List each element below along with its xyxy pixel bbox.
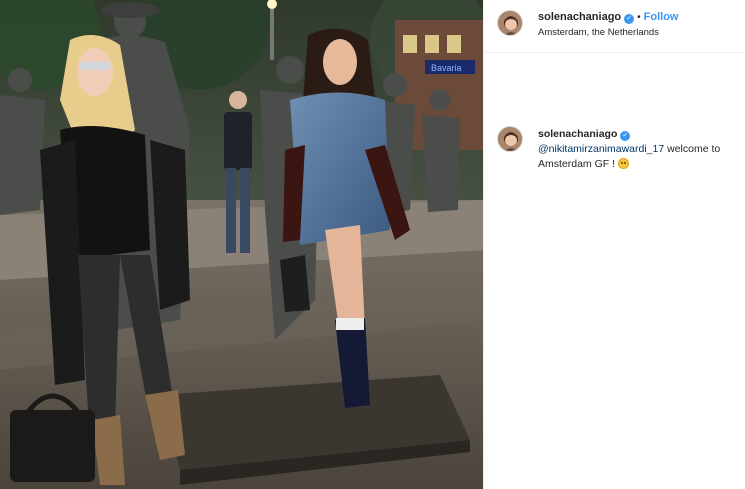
caption-username[interactable]: solenachaniago (538, 128, 617, 140)
bavaria-sign: Bavaria (431, 63, 462, 73)
caption-text: solenachaniago ✓ @nikitamirzanimawardi_17… (538, 127, 728, 172)
instagram-post: Bavaria solenachaniago ✓ • Follow Amster… (0, 0, 745, 489)
smiling-face-icon (617, 158, 629, 169)
author-username[interactable]: solenachaniago (538, 11, 621, 23)
caption-avatar[interactable] (497, 126, 523, 152)
verified-badge-icon: ✓ (624, 14, 635, 24)
post-header: solenachaniago ✓ • Follow Amsterdam, the Ne… (484, 0, 745, 53)
verified-badge-icon: ✓ (620, 131, 631, 141)
author-avatar[interactable] (497, 10, 523, 36)
author-line: solenachaniago ✓ • Follow (538, 11, 678, 24)
caption-mention[interactable]: @nikitamirzanimawardi_17 (538, 143, 664, 155)
post-sidebar: solenachaniago ✓ • Follow Amsterdam, the Ne… (483, 0, 745, 489)
post-photo[interactable]: Bavaria (0, 0, 483, 489)
separator-dot: • (637, 12, 641, 23)
post-location[interactable]: Amsterdam, the Netherlands (538, 27, 659, 38)
follow-button[interactable]: Follow (644, 11, 679, 23)
caption-comment: solenachaniago ✓ @nikitamirzanimawardi_17… (484, 53, 745, 170)
